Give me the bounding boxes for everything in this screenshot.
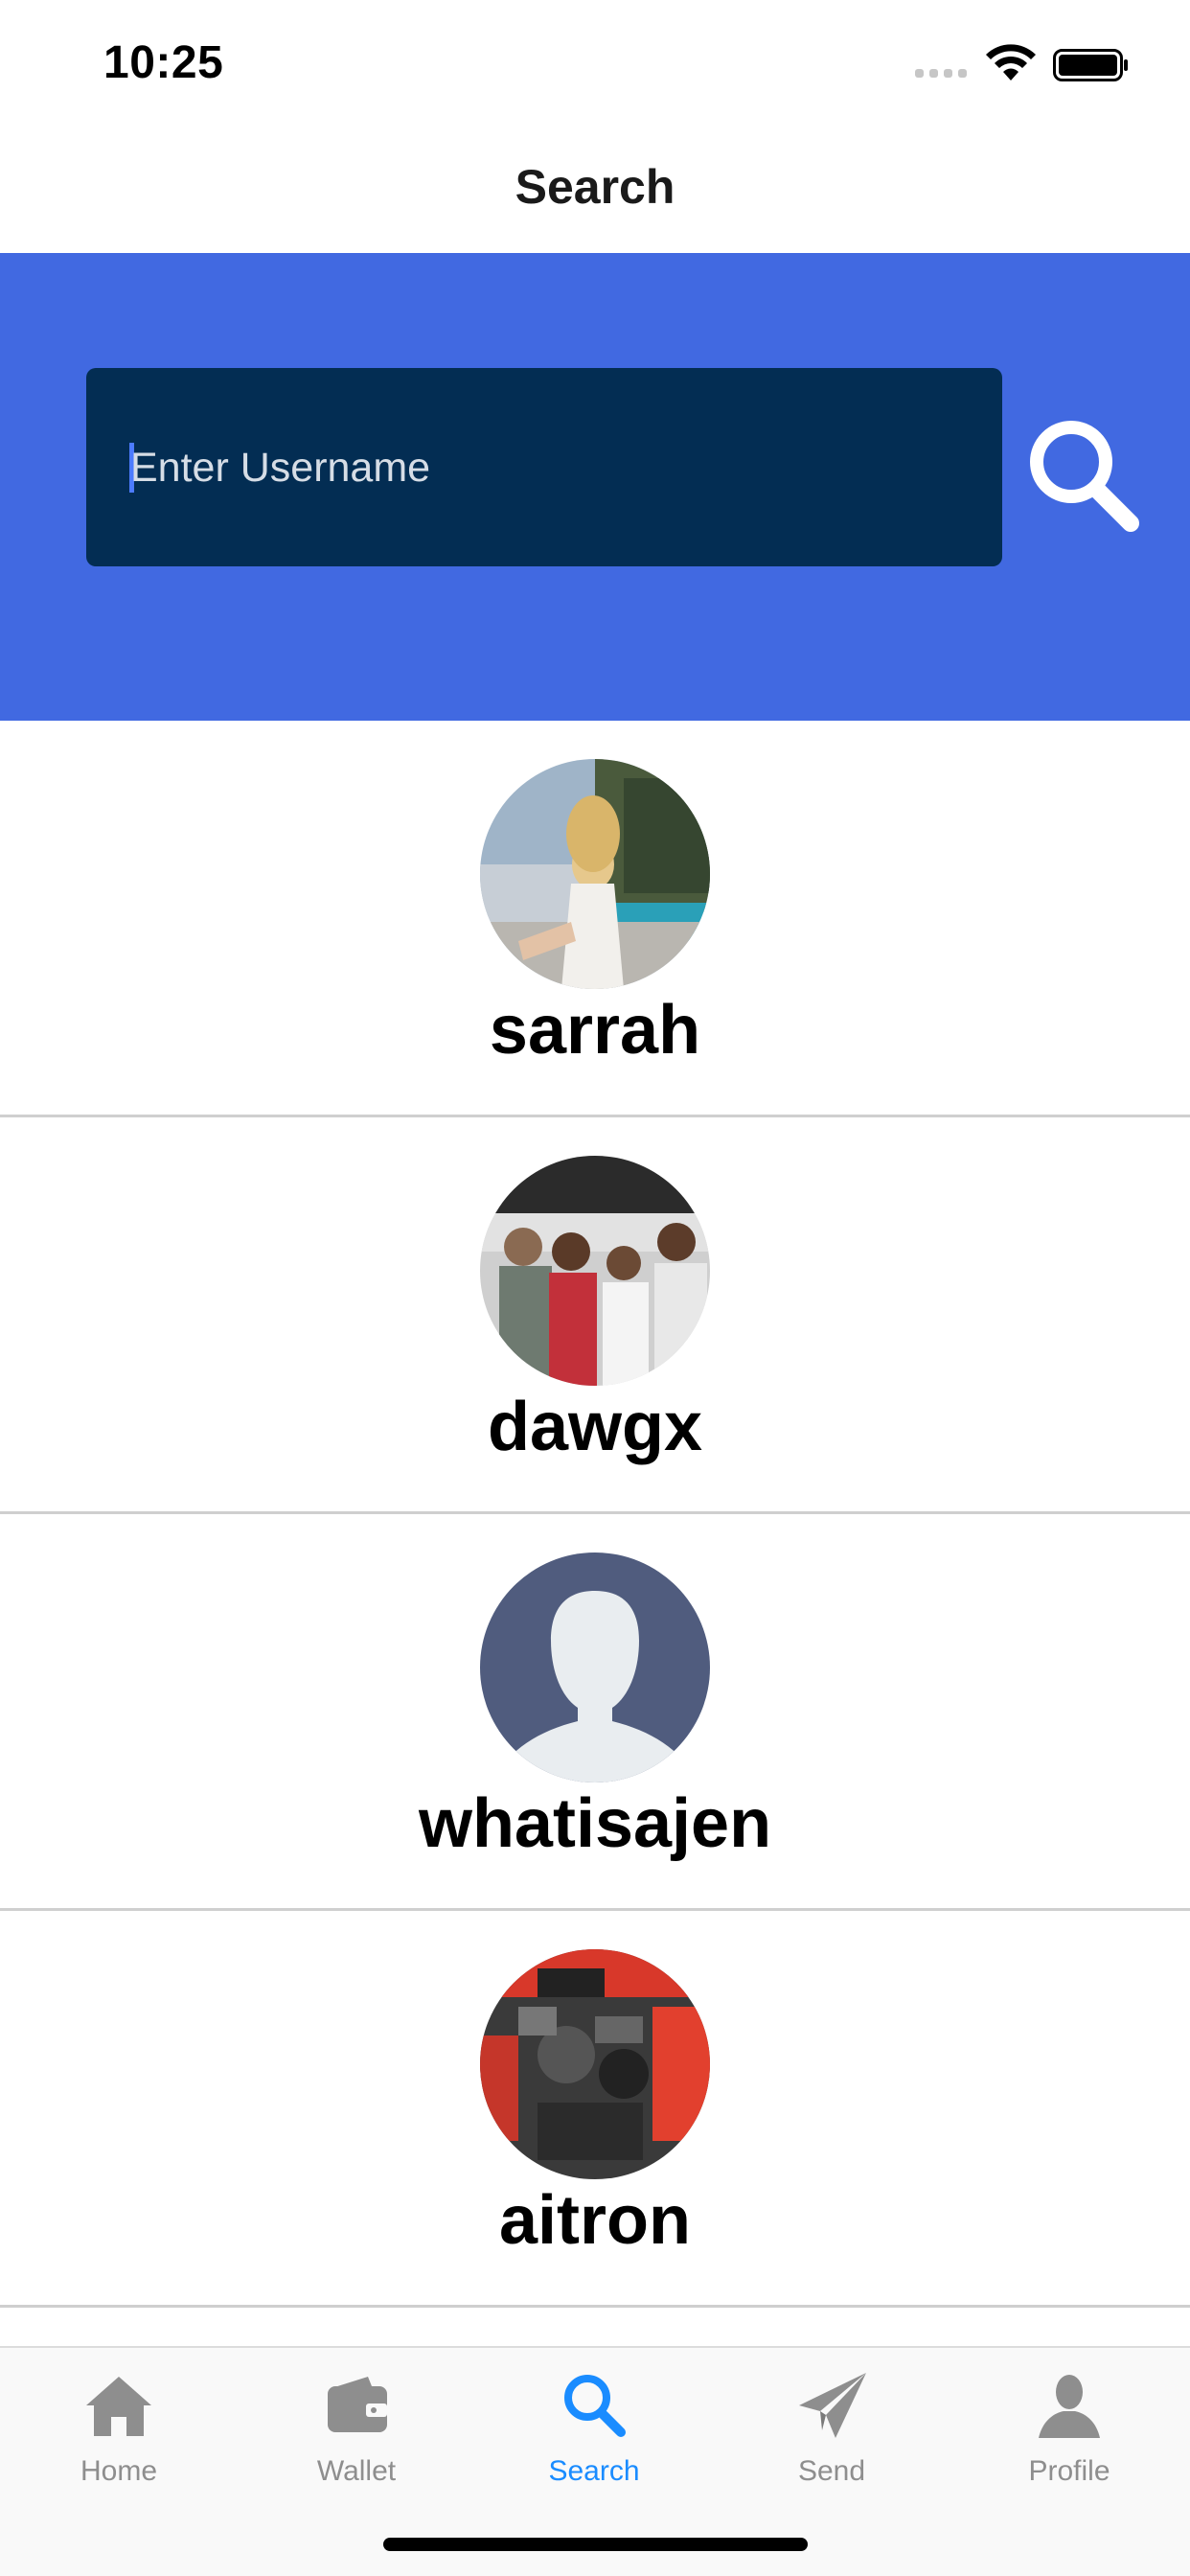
status-time: 10:25	[103, 37, 224, 88]
username: dawgx	[487, 1389, 703, 1465]
list-item[interactable]: aitron	[0, 1911, 1190, 2308]
tab-send[interactable]: Send	[713, 2348, 950, 2520]
username: sarrah	[489, 992, 701, 1069]
username: whatisajen	[418, 1785, 772, 1862]
cellular-signal-icon	[915, 69, 967, 78]
tab-profile[interactable]: Profile	[950, 2348, 1188, 2520]
username: aitron	[498, 2182, 691, 2259]
tab-label: Send	[797, 2455, 866, 2487]
home-icon	[86, 2377, 151, 2436]
avatar	[480, 1156, 710, 1386]
user-list: sarrah dawgx whatisajen aitron	[0, 721, 1190, 2308]
home-indicator	[383, 2538, 808, 2551]
avatar	[480, 759, 710, 989]
paper-plane-icon	[799, 2373, 866, 2438]
tab-label: Wallet	[316, 2455, 397, 2487]
list-item[interactable]: sarrah	[0, 721, 1190, 1117]
tab-search[interactable]: Search	[475, 2348, 713, 2520]
default-person-icon	[480, 1552, 710, 1782]
page-title: Search	[515, 160, 675, 214]
wallet-icon	[328, 2377, 387, 2432]
tab-home[interactable]: Home	[0, 2348, 238, 2520]
search-header: Enter Username	[0, 253, 1190, 721]
avatar	[480, 1949, 710, 2179]
battery-icon	[1053, 49, 1128, 81]
tab-label: Search	[548, 2455, 640, 2487]
search-input[interactable]: Enter Username	[86, 368, 1002, 566]
screen: 10:25 Search Enter Username sarrah dawgx…	[0, 0, 1190, 2576]
status-bar: 10:25	[0, 0, 1190, 129]
list-item[interactable]: whatisajen	[0, 1514, 1190, 1911]
search-icon	[564, 2375, 626, 2437]
tab-label: Profile	[1028, 2455, 1110, 2487]
list-item[interactable]: dawgx	[0, 1117, 1190, 1514]
tab-wallet[interactable]: Wallet	[238, 2348, 475, 2520]
wifi-icon	[986, 44, 1036, 80]
search-placeholder: Enter Username	[130, 445, 431, 491]
person-icon	[1039, 2375, 1100, 2438]
tab-label: Home	[80, 2455, 158, 2487]
search-button[interactable]	[1025, 416, 1140, 535]
